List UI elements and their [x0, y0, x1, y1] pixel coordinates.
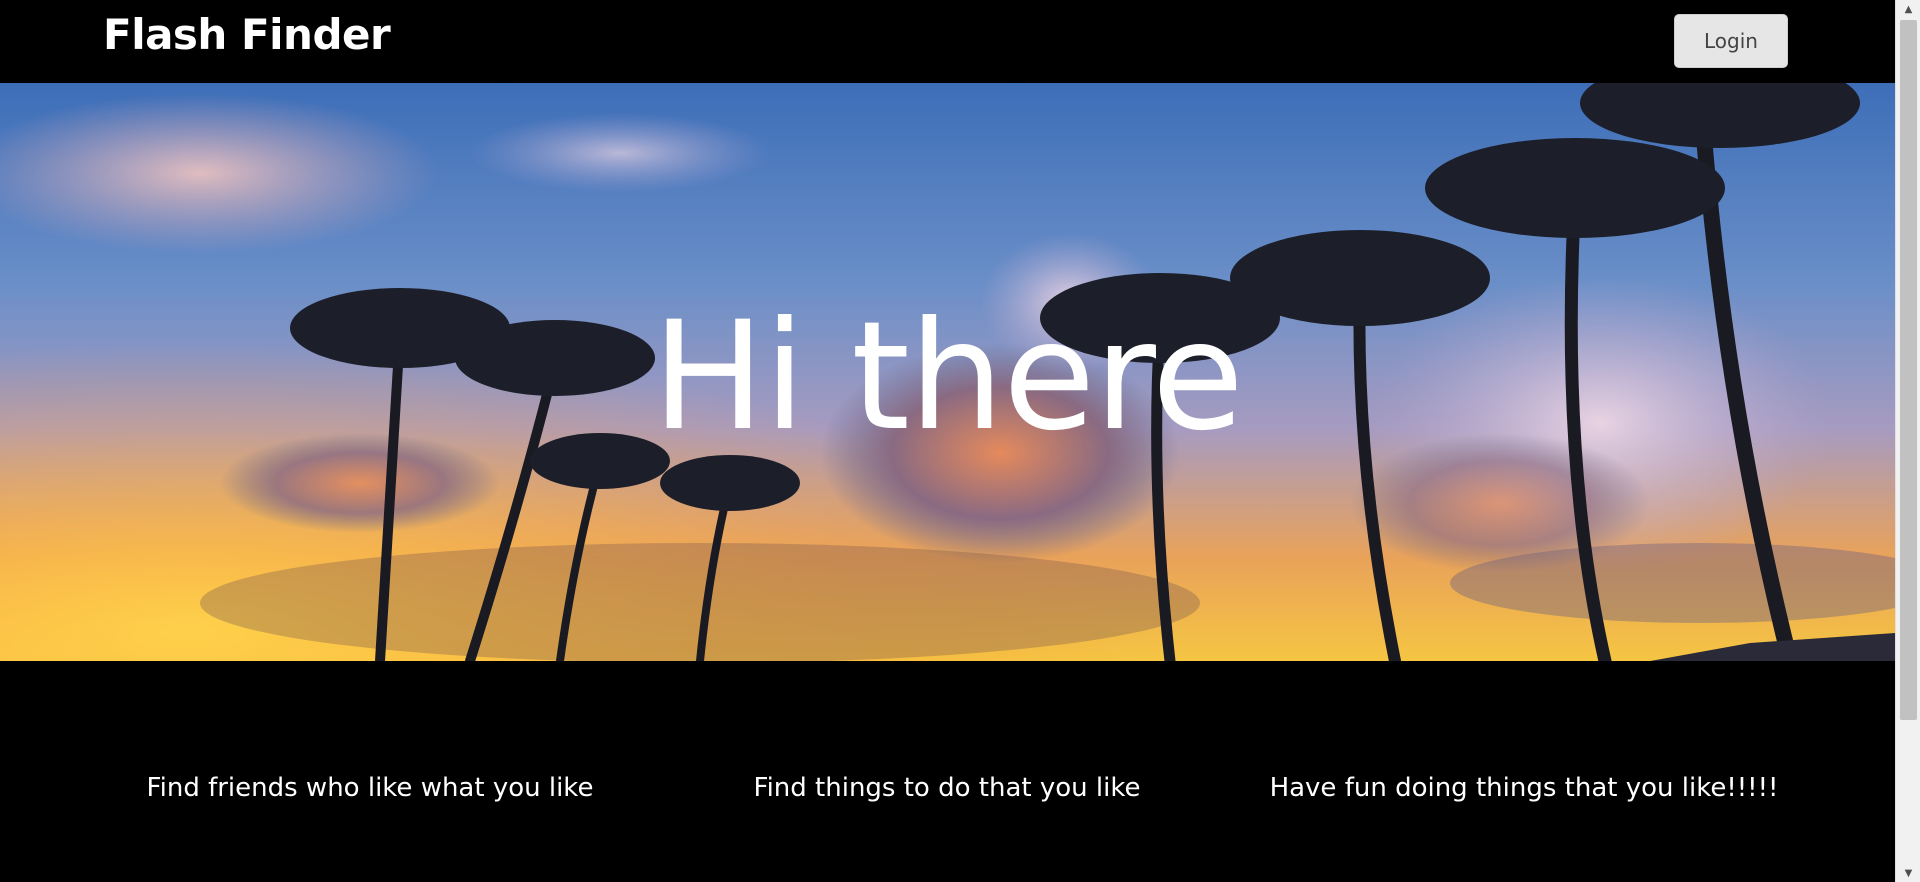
hero-banner: Hi there — [0, 83, 1895, 661]
login-button[interactable]: Login — [1674, 14, 1788, 68]
feature-text: Find friends who like what you like — [146, 773, 594, 803]
navbar: Flash Finder Login — [0, 0, 1895, 83]
features-section: Find friends who like what you like Find… — [0, 661, 1895, 882]
vertical-scrollbar[interactable]: ▲ ▼ — [1895, 0, 1920, 882]
scroll-down-arrow-icon[interactable]: ▼ — [1896, 864, 1920, 882]
scroll-up-arrow-icon[interactable]: ▲ — [1896, 0, 1920, 18]
page: Flash Finder Login Hi there Find friends… — [0, 0, 1895, 882]
hero-title: Hi there — [652, 290, 1244, 464]
scrollbar-thumb[interactable] — [1900, 20, 1917, 720]
feature-text: Have fun doing things that you like!!!!! — [1269, 773, 1779, 803]
feature-text: Find things to do that you like — [753, 773, 1141, 803]
brand-title[interactable]: Flash Finder — [103, 10, 391, 59]
